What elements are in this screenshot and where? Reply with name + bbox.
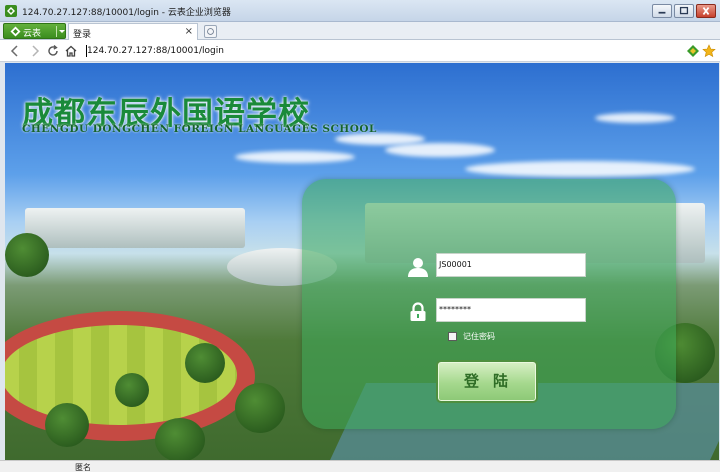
new-tab-button[interactable] <box>204 25 217 38</box>
chevron-down-icon <box>59 30 65 33</box>
password-input[interactable]: ******** <box>436 298 586 322</box>
campus-building <box>25 208 245 248</box>
tree <box>45 403 89 447</box>
text-cursor <box>86 45 87 57</box>
extension-icon[interactable] <box>686 44 700 58</box>
back-icon[interactable] <box>8 44 22 58</box>
login-page: 成都东辰外国语学校 CHENGDU DONGCHEN FOREIGN LANGU… <box>5 63 719 460</box>
close-icon <box>702 7 710 15</box>
window-title: 124.70.27.127:88/10001/login - 云表企业浏览器 <box>22 8 231 18</box>
tab-label: 登录 <box>73 30 92 40</box>
window-titlebar: 124.70.27.127:88/10001/login - 云表企业浏览器 <box>0 0 720 22</box>
background-cloud <box>235 151 355 163</box>
minimize-icon <box>658 11 666 14</box>
status-bar: 匿名 <box>0 460 720 472</box>
tree <box>5 233 49 277</box>
tree <box>115 373 149 407</box>
maximize-icon <box>679 6 689 15</box>
lock-icon <box>410 302 426 321</box>
home-icon[interactable] <box>64 44 78 58</box>
brand-label: 云表 <box>23 29 42 39</box>
navigation-bar: 124.70.27.127:88/10001/login <box>0 40 720 62</box>
tree <box>155 418 205 460</box>
maximize-button[interactable] <box>674 4 694 18</box>
status-user-label: 匿名 <box>75 463 91 472</box>
remember-password-label: 记住密码 <box>463 332 495 341</box>
forward-icon[interactable] <box>28 44 42 58</box>
app-logo-icon <box>5 5 17 17</box>
tree <box>185 343 225 383</box>
user-icon <box>408 258 428 277</box>
tab-bar: 云表 登录 × <box>0 22 720 40</box>
background-cloud <box>385 143 495 157</box>
background-cloud <box>465 161 695 177</box>
tab-login[interactable]: 登录 × <box>68 23 198 40</box>
remember-password-checkbox[interactable] <box>448 332 457 341</box>
new-tab-icon <box>207 28 214 35</box>
background-cloud <box>595 113 675 123</box>
star-icon[interactable] <box>702 44 716 58</box>
brand-logo-icon <box>10 26 21 37</box>
close-window-button[interactable] <box>696 4 716 18</box>
tree <box>235 383 285 433</box>
reload-icon[interactable] <box>46 44 60 58</box>
tab-close-icon[interactable]: × <box>185 26 193 37</box>
login-button[interactable]: 登陆 <box>436 360 538 403</box>
username-input[interactable]: JS00001 <box>436 253 586 277</box>
school-name-en: CHENGDU DONGCHEN FOREIGN LANGUAGES SCHOO… <box>22 123 377 135</box>
minimize-button[interactable] <box>652 4 672 18</box>
brand-divider <box>56 26 57 37</box>
login-panel: JS00001 ******** 记住密码 登陆 <box>302 179 676 429</box>
brand-menu-button[interactable]: 云表 <box>3 23 66 39</box>
address-input[interactable]: 124.70.27.127:88/10001/login <box>86 44 676 58</box>
